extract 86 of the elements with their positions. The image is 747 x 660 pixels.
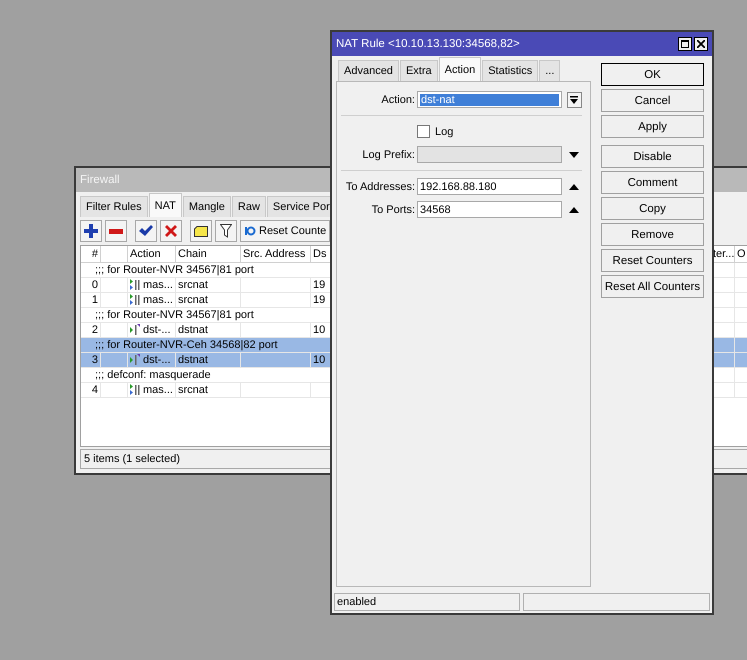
- dst-nat-icon: [130, 354, 140, 366]
- table-cell: srcnat: [178, 294, 208, 306]
- window-title: Firewall: [80, 174, 120, 186]
- table-cell: 1: [92, 294, 98, 306]
- close-icon: [697, 40, 705, 48]
- table-cell: mas...: [143, 279, 173, 291]
- toolbar-button[interactable]: [80, 220, 102, 242]
- column-header[interactable]: Chain: [178, 248, 207, 260]
- masquerade-icon: [130, 279, 140, 291]
- column-header[interactable]: Src. Address: [243, 248, 306, 260]
- table-cell: dstnat: [178, 354, 208, 366]
- reset-icon: [244, 225, 256, 237]
- tab[interactable]: Filter Rules: [80, 196, 148, 217]
- dropdown-icon: [570, 96, 578, 104]
- table-cell: 0: [92, 279, 98, 291]
- tab[interactable]: ...: [539, 60, 560, 81]
- rule-comment: ;;; defconf: masquerade: [95, 369, 211, 381]
- table-cell: 19: [313, 294, 326, 306]
- tab[interactable]: Statistics: [482, 60, 538, 81]
- masquerade-icon: [130, 384, 140, 396]
- toolbar-button[interactable]: [190, 220, 212, 242]
- close-button[interactable]: [694, 37, 708, 51]
- dialog-button[interactable]: Remove: [601, 223, 704, 246]
- dialog-button[interactable]: OK: [601, 63, 704, 86]
- tab[interactable]: Mangle: [182, 196, 231, 217]
- dst-nat-icon: [130, 324, 140, 336]
- rule-comment: ;;; for Router-NVR-Ceh 34568|82 port: [95, 339, 278, 351]
- table-cell: dst-...: [143, 324, 171, 336]
- dialog-button[interactable]: Apply: [601, 115, 704, 138]
- table-cell: 3: [92, 354, 98, 366]
- toolbar-button[interactable]: [215, 220, 237, 242]
- filter-icon: [220, 224, 232, 238]
- dialog-button[interactable]: Reset Counters: [601, 249, 704, 272]
- input-field[interactable]: 34568: [417, 201, 562, 218]
- dialog-button[interactable]: Copy: [601, 197, 704, 220]
- rule-comment: ;;; for Router-NVR 34567|81 port: [95, 264, 254, 276]
- input-field[interactable]: 192.168.88.180: [417, 178, 562, 195]
- table-cell: srcnat: [178, 279, 208, 291]
- column-header[interactable]: Ds: [313, 248, 326, 260]
- table-cell: 4: [92, 384, 98, 396]
- reset-counters-button[interactable]: Reset Counte: [240, 220, 330, 242]
- tab[interactable]: Extra: [400, 60, 438, 81]
- column-header[interactable]: #: [92, 248, 98, 260]
- field-label: To Ports:: [370, 204, 415, 216]
- column-header[interactable]: O: [737, 248, 746, 260]
- action-select[interactable]: dst-nat: [417, 91, 562, 108]
- x-icon: [165, 225, 177, 237]
- table-cell: 10: [313, 354, 326, 366]
- masquerade-icon: [130, 294, 140, 306]
- status-text: 5 items (1 selected): [84, 453, 180, 465]
- up-triangle-icon: [569, 184, 580, 190]
- table-cell: 10: [313, 324, 326, 336]
- up-triangle-icon: [569, 206, 580, 212]
- maximize-icon: [681, 40, 689, 48]
- down-triangle-icon: [569, 152, 580, 158]
- table-cell: 19: [313, 279, 326, 291]
- dialog-button[interactable]: Disable: [601, 145, 704, 168]
- table-cell: 2: [92, 324, 98, 336]
- table-cell: dstnat: [178, 324, 208, 336]
- check-icon: [139, 225, 153, 237]
- column-header[interactable]: Action: [130, 248, 161, 260]
- note-icon: [194, 226, 208, 236]
- field-label: Log Prefix:: [361, 148, 415, 160]
- log-checkbox[interactable]: Log: [417, 125, 454, 138]
- maximize-button[interactable]: [678, 37, 692, 51]
- window-title: NAT Rule <10.10.13.130:34568,82>: [336, 38, 520, 50]
- table-cell: mas...: [143, 294, 173, 306]
- rule-comment: ;;; for Router-NVR 34567|81 port: [95, 309, 254, 321]
- field-label: Action:: [380, 94, 415, 106]
- dialog-button[interactable]: Comment: [601, 171, 704, 194]
- dialog-button[interactable]: Reset All Counters: [601, 275, 704, 298]
- field-label: To Addresses:: [344, 180, 415, 192]
- table-cell: mas...: [143, 384, 173, 396]
- toolbar-button[interactable]: [135, 220, 157, 242]
- status-text: enabled: [337, 596, 376, 608]
- minus-icon: [109, 228, 123, 234]
- tab[interactable]: Raw: [232, 196, 266, 217]
- dialog-button[interactable]: Cancel: [601, 89, 704, 112]
- tab[interactable]: Advanced: [338, 60, 399, 81]
- table-cell: dst-...: [143, 354, 171, 366]
- tab[interactable]: NAT: [148, 193, 182, 217]
- tab[interactable]: Action: [438, 57, 482, 81]
- column-header[interactable]: ter...: [713, 248, 734, 260]
- table-cell: srcnat: [178, 384, 208, 396]
- dropdown-button[interactable]: [566, 92, 582, 108]
- plus-icon: [84, 224, 98, 238]
